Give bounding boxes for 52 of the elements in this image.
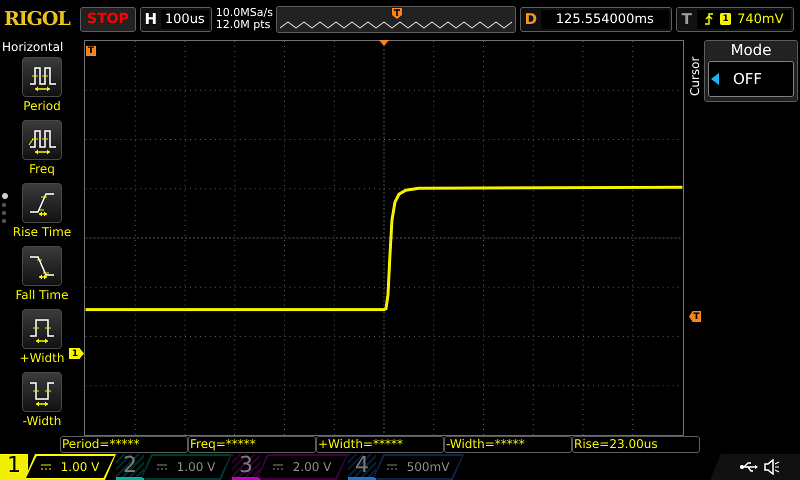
measure-button[interactable] [22, 120, 62, 160]
channel-marker: 1 [69, 348, 84, 359]
brand-logo: RIGOL [4, 8, 72, 30]
dc-coupling-icon [386, 464, 397, 470]
channel-scale[interactable]: 1.00 V [24, 454, 116, 480]
measure-label: Freq [29, 162, 55, 176]
mode-selector[interactable]: OFF [708, 61, 794, 97]
trigger-display[interactable]: T 1 740mV [676, 6, 794, 32]
usb-icon [740, 462, 758, 472]
trigger-source-badge: 1 [720, 13, 732, 25]
measure-label: Rise Time [12, 225, 72, 239]
dc-coupling-icon [40, 464, 51, 470]
measure-label: -Width [22, 414, 62, 428]
sample-rate: 10.0MSa/s [216, 7, 272, 19]
channel-scale[interactable]: 500mV [372, 454, 464, 480]
measurement-readout: Rise=23.00us [572, 436, 700, 453]
overview-wave-icon [280, 20, 512, 30]
channel-scale[interactable]: 1.00 V [140, 454, 232, 480]
cursor-label: Cursor [688, 56, 702, 96]
measure-label: Period [23, 99, 61, 113]
channel-number[interactable]: 2 [116, 454, 144, 480]
run-stop-button[interactable]: STOP [80, 6, 136, 32]
delay-display[interactable]: D 125.554000ms [520, 6, 672, 32]
dc-coupling-icon [156, 464, 167, 470]
trigger-position-marker: T [86, 46, 96, 56]
measure-button[interactable] [22, 246, 62, 286]
channel-number[interactable]: 4 [348, 454, 376, 480]
channel-number[interactable]: 1 [0, 454, 28, 480]
trigger-level-marker: T [689, 311, 701, 322]
measure-button[interactable] [22, 309, 62, 349]
measurement-readout: -Width=***** [444, 436, 572, 453]
mode-title: Mode [730, 41, 772, 61]
channel-scale[interactable]: 2.00 V [256, 454, 348, 480]
measurement-readout: Period=***** [60, 436, 188, 453]
trigger-level: 740mV [737, 12, 784, 26]
dc-coupling-icon [272, 464, 283, 470]
speaker-icon [764, 459, 780, 475]
menu-title: Horizontal [1, 40, 64, 54]
measure-label: +Width [20, 351, 64, 365]
measurement-readout: +Width=***** [316, 436, 444, 453]
measure-button[interactable] [22, 57, 62, 97]
measure-button[interactable] [22, 183, 62, 223]
trigger-position-icon [392, 8, 402, 18]
measure-label: Fall Time [15, 288, 68, 302]
left-arrow-icon [711, 73, 719, 85]
memory-depth: 12.0M pts [216, 19, 272, 31]
channel-number[interactable]: 3 [232, 454, 260, 480]
measure-button[interactable] [22, 372, 62, 412]
rising-edge-icon [704, 13, 714, 25]
timebase-display[interactable]: H 100us [140, 6, 212, 32]
trigger-point-icon [379, 40, 389, 46]
measurement-readout: Freq=***** [188, 436, 316, 453]
